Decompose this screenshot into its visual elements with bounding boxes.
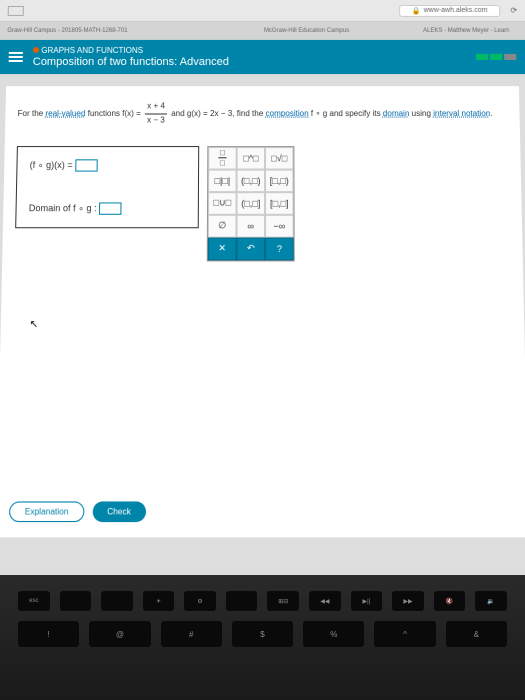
reload-icon[interactable]: ⟳	[510, 6, 517, 15]
browser-toolbar: 🔒 www-awh.aleks.com ⟳	[0, 0, 525, 22]
content-panel: For the real-valued functions f(x) = x +…	[0, 86, 525, 537]
palette-infinity[interactable]: ∞	[236, 214, 265, 237]
key-f6: ⊞⊟	[267, 591, 299, 611]
category-dot-icon	[33, 47, 39, 53]
question-text: For the real-valued functions f(x) = x +…	[17, 100, 507, 127]
palette-help[interactable]: ?	[265, 237, 294, 260]
link-composition[interactable]: composition	[266, 109, 309, 118]
key-f11: 🔉	[475, 591, 507, 611]
key-f3: ☀	[143, 591, 175, 611]
cursor-icon: ↖	[29, 319, 38, 331]
link-domain[interactable]: domain	[383, 109, 410, 118]
palette-neg-infinity[interactable]: −∞	[265, 214, 294, 237]
key-f9: ▶▶	[392, 591, 424, 611]
key-f1	[60, 591, 92, 611]
category-label: GRAPHS AND FUNCTIONS	[41, 46, 143, 55]
palette-closed-open[interactable]: [□,□)	[265, 169, 293, 192]
page-header: GRAPHS AND FUNCTIONS Composition of two …	[0, 40, 525, 74]
palette-clear[interactable]: ✕	[208, 237, 237, 260]
link-interval-notation[interactable]: interval notation	[433, 109, 490, 118]
answer-box: (f ∘ g)(x) = ↖ Domain of f ∘ g :	[15, 146, 199, 228]
palette-closed-closed[interactable]: [□,□]	[265, 192, 294, 215]
tab-mcgraw[interactable]: McGraw-Hill Education Campus	[256, 28, 357, 34]
check-button[interactable]: Check	[92, 501, 145, 522]
progress-indicator	[476, 54, 516, 60]
key-esc: esc	[18, 591, 50, 611]
palette-open-open[interactable]: (□,□)	[237, 169, 265, 192]
key-6: ^	[374, 621, 435, 647]
key-f5	[226, 591, 258, 611]
palette-empty-set[interactable]: ∅	[208, 214, 237, 237]
domain-label: Domain of f ∘ g :	[29, 202, 100, 212]
link-real-valued[interactable]: real-valued	[45, 109, 85, 118]
physical-keyboard: esc ☀ ⚙ ⊞⊟ ◀◀ ▶|| ▶▶ 🔇 🔉 ! @ # $ % ^ &	[0, 575, 525, 700]
lock-icon: 🔒	[412, 6, 421, 14]
page-title: Composition of two functions: Advanced	[33, 56, 229, 68]
key-4: $	[232, 621, 293, 647]
palette-undo[interactable]: ↶	[236, 237, 265, 260]
key-1: !	[18, 621, 79, 647]
key-7: &	[446, 621, 507, 647]
key-f7: ◀◀	[309, 591, 341, 611]
domain-input[interactable]	[99, 202, 122, 214]
fog-input[interactable]	[75, 159, 98, 171]
palette-abs[interactable]: □|□|	[208, 169, 237, 192]
menu-icon[interactable]	[9, 52, 23, 62]
key-3: #	[161, 621, 222, 647]
palette-sqrt[interactable]: □√□	[265, 147, 293, 169]
palette-fraction[interactable]: □□	[208, 147, 236, 169]
palette-exponent[interactable]: □^□	[237, 147, 265, 169]
key-2: @	[89, 621, 150, 647]
tab-campus[interactable]: Graw-Hill Campus - 201805-MATH-1268-701	[0, 28, 136, 34]
key-f10: 🔇	[434, 591, 466, 611]
fog-label: (f ∘ g)(x) =	[30, 159, 76, 169]
explanation-button[interactable]: Explanation	[9, 501, 84, 522]
url-bar[interactable]: 🔒 www-awh.aleks.com	[399, 4, 501, 16]
palette-union[interactable]: □∪□	[208, 192, 237, 215]
math-palette: □□ □^□ □√□ □|□| (□,□) [□,□) □∪□ (□,□] [□…	[207, 146, 295, 261]
window-control	[8, 5, 24, 15]
key-5: %	[303, 621, 364, 647]
key-f2	[101, 591, 133, 611]
tabs-bar: Graw-Hill Campus - 201805-MATH-1268-701 …	[0, 22, 525, 40]
palette-open-closed[interactable]: (□,□]	[237, 192, 266, 215]
key-f8: ▶||	[351, 591, 383, 611]
url-text: www-awh.aleks.com	[424, 7, 488, 14]
key-f4: ⚙	[184, 591, 216, 611]
tab-aleks[interactable]: ALEKS - Matthew Meyer - Learn	[415, 28, 518, 34]
